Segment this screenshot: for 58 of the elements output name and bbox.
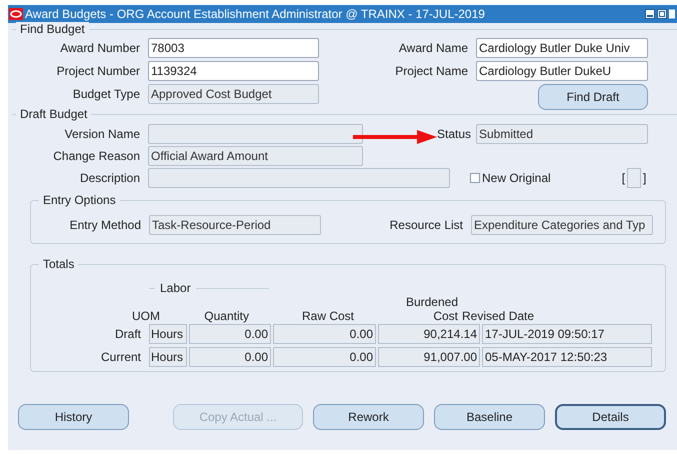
text-field[interactable]: 78003 [148, 38, 319, 58]
bracket: [ [622, 170, 626, 187]
action-button[interactable]: Rework [313, 404, 424, 430]
text-field[interactable]: Expenditure Categories and Typ [471, 215, 653, 235]
table-cell: Hours [149, 324, 187, 344]
text-field[interactable]: Official Award Amount [148, 146, 363, 166]
table-cell: 17-JUL-2019 09:50:17 [482, 324, 652, 344]
field-label: Version Name [64, 126, 141, 143]
field-label: Resource List [388, 217, 464, 234]
group-label: Labor [159, 280, 192, 297]
action-button[interactable]: Find Draft [538, 84, 648, 110]
close-icon[interactable] [669, 9, 675, 19]
table-cell: 0.00 [273, 347, 376, 367]
text-field[interactable]: Task-Resource-Period [149, 215, 321, 235]
flex-field[interactable] [627, 168, 642, 188]
group-legend: Entry Options [39, 193, 120, 207]
new-original-checkbox[interactable]: New Original [470, 169, 551, 187]
column-header: Raw Cost [300, 309, 354, 323]
field-label: Award Name [398, 40, 469, 57]
column-header: Revised Date [461, 309, 536, 323]
action-button[interactable]: Details [555, 404, 666, 430]
text-field[interactable]: Approved Cost Budget [148, 84, 319, 104]
field-label: Description [78, 170, 141, 187]
column-header: Quantity [203, 309, 249, 323]
table-cell: 0.00 [189, 324, 271, 344]
group-legend: Totals [39, 257, 78, 271]
column-header: Burdened Cost [404, 295, 458, 323]
maximize-icon[interactable] [657, 9, 667, 19]
action-button[interactable]: History [18, 404, 129, 430]
field-label: Status [437, 126, 472, 143]
field-label: Project Name [394, 63, 469, 80]
table-cell: 91,007.00 [378, 347, 480, 367]
field-label: Project Number [56, 63, 141, 80]
app-logo-icon [9, 8, 23, 20]
field-label: Award Number [59, 40, 141, 57]
text-field[interactable] [148, 124, 363, 144]
field-label: Change Reason [52, 148, 141, 165]
table-cell: 90,214.14 [378, 324, 480, 344]
group-legend: Draft Budget [16, 107, 92, 121]
field-label: Entry Method [68, 217, 142, 234]
text-field[interactable]: Cardiology Butler Duke Univ [476, 38, 648, 58]
minimize-icon[interactable] [645, 9, 655, 19]
table-cell: 0.00 [273, 324, 376, 344]
field-label: Current [100, 349, 142, 366]
field-label: Budget Type [72, 86, 141, 103]
table-cell: 0.00 [189, 347, 271, 367]
column-header: UOM [131, 309, 161, 323]
text-field[interactable] [148, 168, 450, 188]
action-button[interactable]: Baseline [434, 404, 545, 430]
window-title: Award Budgets - ORG Account Establishment Administrator @ TRAINX - 17-JUL-2019 [25, 6, 486, 23]
table-cell: 05-MAY-2017 12:50:23 [482, 347, 652, 367]
bracket: ] [643, 170, 646, 187]
field-label: Draft [114, 326, 142, 343]
group-legend: Find Budget [16, 22, 89, 36]
text-field[interactable]: 1139324 [148, 61, 319, 81]
table-cell: Hours [149, 347, 187, 367]
text-field[interactable]: Cardiology Butler DukeU [476, 61, 648, 81]
text-field[interactable]: Submitted [476, 124, 648, 144]
